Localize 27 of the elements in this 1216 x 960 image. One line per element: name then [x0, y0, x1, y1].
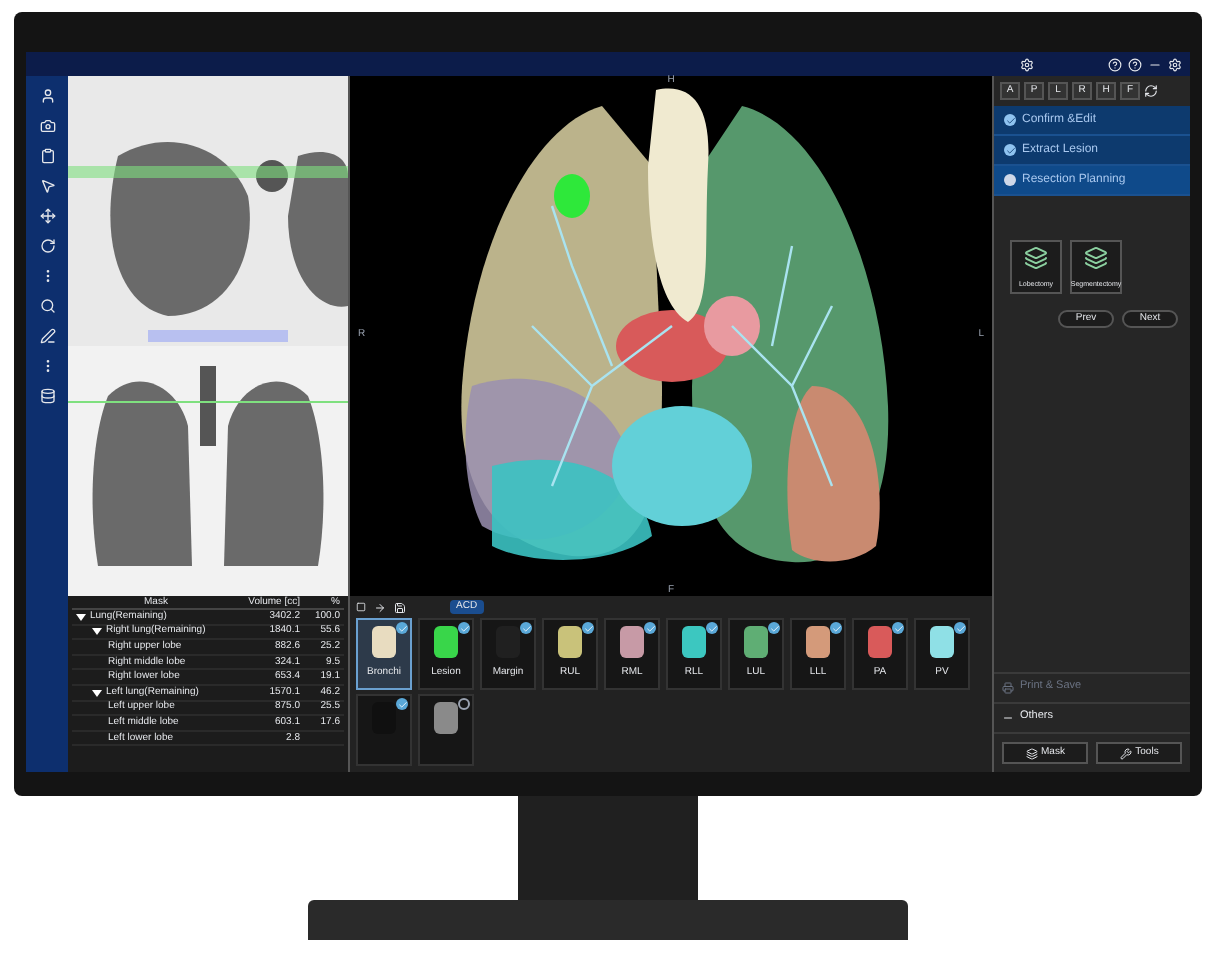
- settings-icon[interactable]: [1168, 57, 1182, 71]
- pointer-icon[interactable]: [39, 178, 55, 194]
- layers-icon: [1025, 747, 1038, 759]
- expand-triangle-icon[interactable]: [76, 611, 86, 622]
- user-icon[interactable]: [39, 88, 55, 104]
- rotate-icon[interactable]: [39, 238, 55, 254]
- minus-icon: [1002, 712, 1014, 724]
- printer-icon: [1002, 682, 1014, 694]
- save-icon[interactable]: [394, 601, 406, 613]
- square-icon[interactable]: [356, 602, 366, 612]
- arrow-icon[interactable]: [374, 601, 386, 613]
- camera-icon[interactable]: [39, 118, 55, 134]
- mask-thumbnail[interactable]: [418, 694, 474, 766]
- expand-triangle-icon[interactable]: [92, 687, 102, 698]
- wrench-icon: [1119, 747, 1132, 759]
- clipboard-icon[interactable]: [39, 148, 55, 164]
- search-icon[interactable]: [39, 298, 55, 314]
- mask-thumbnail[interactable]: [356, 694, 412, 766]
- visibility-check-icon[interactable]: [458, 698, 470, 710]
- expand-triangle-icon[interactable]: [92, 626, 102, 637]
- pen-icon[interactable]: [39, 328, 55, 344]
- reset-icon[interactable]: [1144, 84, 1158, 98]
- help-icon[interactable]: [1128, 57, 1142, 71]
- database-icon[interactable]: [39, 388, 55, 404]
- help-icon[interactable]: [1108, 57, 1122, 71]
- move-icon[interactable]: [39, 208, 55, 224]
- settings-icon[interactable]: [1020, 57, 1034, 71]
